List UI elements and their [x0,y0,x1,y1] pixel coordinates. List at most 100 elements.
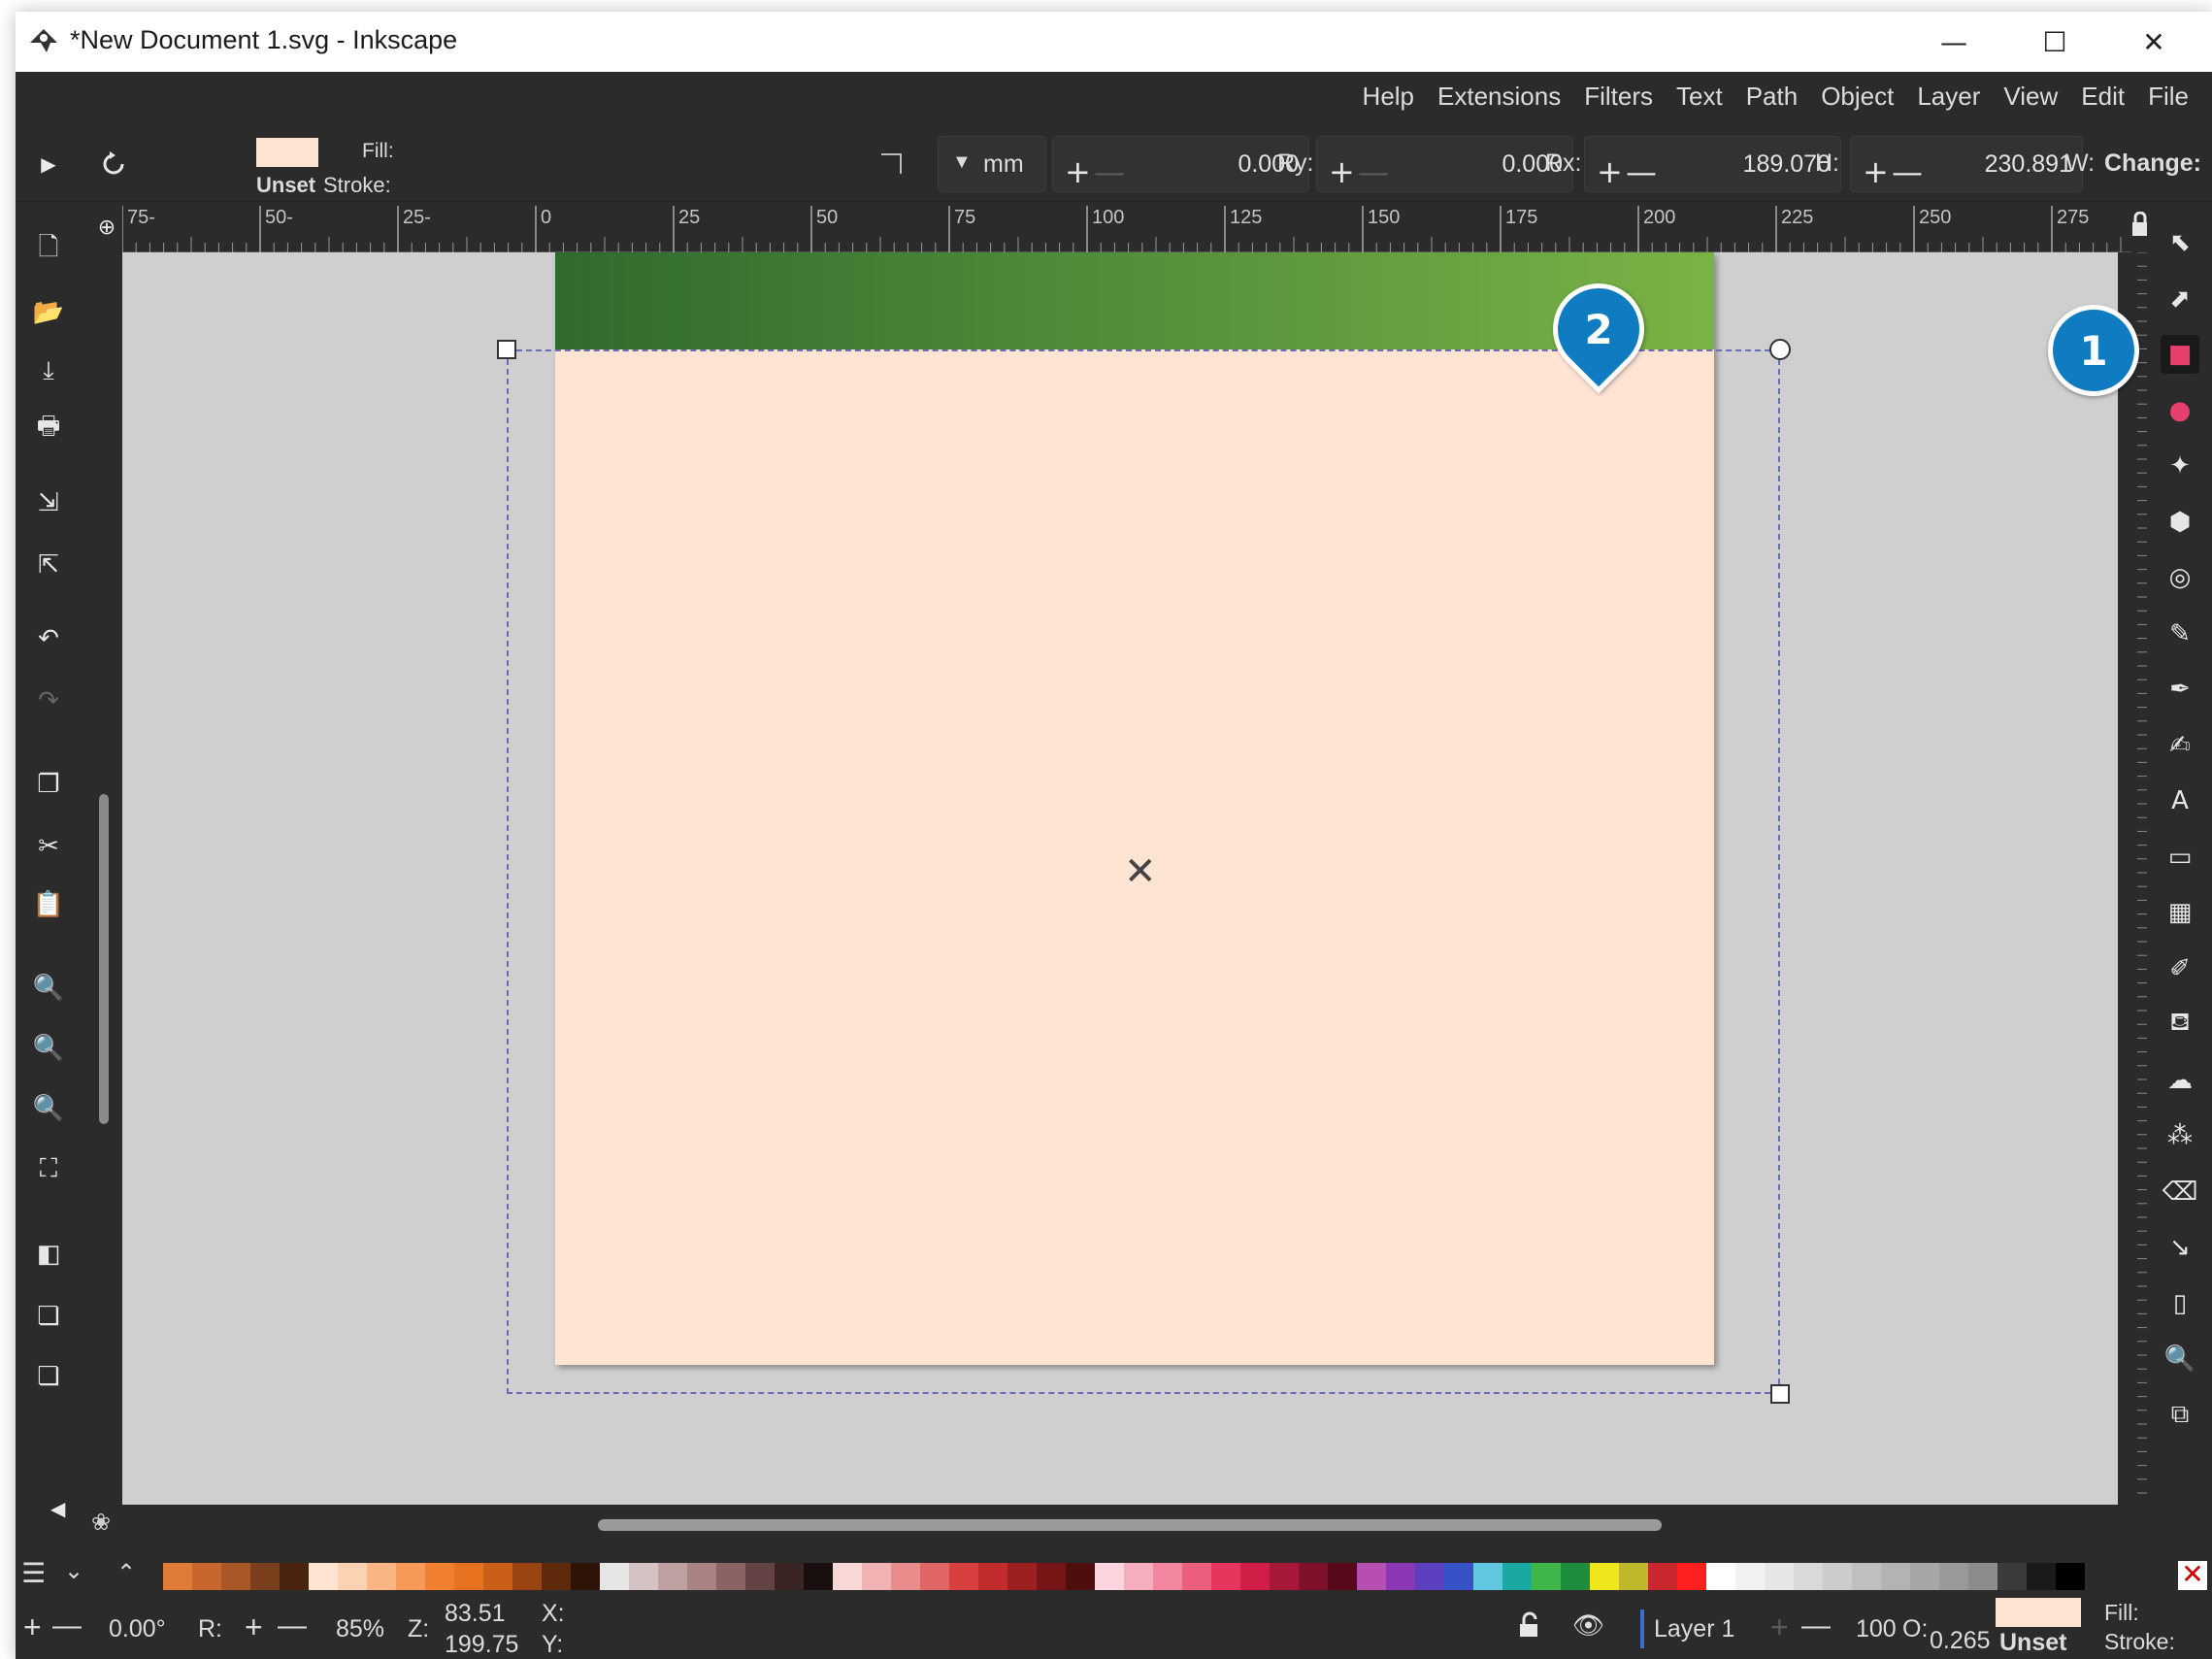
palette-swatch[interactable] [396,1563,425,1590]
no-paint-swatch[interactable]: ✕ [2178,1561,2207,1590]
palette-swatch[interactable] [250,1563,280,1590]
print-icon[interactable]: 🖶 [29,410,68,448]
palette-swatch[interactable] [1211,1563,1240,1590]
palette-swatch[interactable] [1881,1563,1910,1590]
palette-swatch[interactable] [1765,1563,1794,1590]
collapse-left-icon[interactable]: ◀ [50,1497,65,1520]
palette-swatch[interactable] [1532,1563,1561,1590]
pages-icon[interactable]: ▯ [2161,1284,2199,1323]
layer-lock-icon[interactable] [1516,1611,1545,1641]
drawing-canvas[interactable]: ✕ [122,252,2118,1505]
gradient-icon[interactable]: ▭ [2161,838,2199,877]
height-increment-button[interactable]: + [1597,156,1623,187]
palette-swatch[interactable] [804,1563,833,1590]
palette-swatch[interactable] [891,1563,920,1590]
palette-swatch[interactable] [1590,1563,1619,1590]
palette-swatch[interactable] [483,1563,512,1590]
status-fill-swatch[interactable] [1996,1598,2081,1627]
rectangle-icon[interactable]: ■ [2161,335,2199,374]
palette-swatch[interactable] [221,1563,250,1590]
save-icon[interactable]: ⤓ [29,351,68,390]
pen-icon[interactable]: ✒ [2161,670,2199,709]
palette-swatch[interactable] [1270,1563,1299,1590]
palette-swatch[interactable] [629,1563,658,1590]
palette-swatch[interactable] [1706,1563,1735,1590]
palette-swatch[interactable] [542,1563,571,1590]
copy-icon[interactable]: ❐ [29,765,68,804]
palette-swatch[interactable] [1182,1563,1211,1590]
rotation-increment-button[interactable]: + [23,1609,42,1645]
zoom-decrement-button[interactable]: — [278,1609,307,1642]
vertical-ruler[interactable] [2118,251,2147,1505]
palette-swatch[interactable] [367,1563,396,1590]
palette-swatch[interactable] [687,1563,716,1590]
palette-swatch[interactable] [978,1563,1007,1590]
zoom-page-icon[interactable]: 🔍 [29,1089,68,1128]
palette-swatch[interactable] [1153,1563,1182,1590]
palette-swatch[interactable] [192,1563,221,1590]
connector-icon[interactable]: ↘ [2161,1228,2199,1267]
measure-icon[interactable]: ⧉ [2161,1396,2199,1435]
palette-swatch[interactable] [658,1563,687,1590]
opacity-value[interactable]: 100 [1856,1615,1897,1643]
height-decrement-button[interactable]: — [1626,156,1657,187]
color-manage-icon[interactable]: ❀ [91,1509,122,1540]
duplicate-icon[interactable]: ◧ [29,1235,68,1274]
palette-swatch[interactable] [1561,1563,1590,1590]
palette-swatch[interactable] [1415,1563,1444,1590]
paint-bucket-icon[interactable]: ⛾ [2161,1005,2199,1044]
fill-indicator-swatch[interactable] [256,138,318,167]
palette-swatch[interactable] [1794,1563,1823,1590]
palette-swatch[interactable] [1299,1563,1328,1590]
menu-text[interactable]: Text [1665,82,1734,112]
palette-swatch[interactable] [600,1563,629,1590]
redo-icon[interactable]: ↷ [29,681,68,720]
green-gradient-header-rect[interactable] [555,252,1714,349]
palette-swatch[interactable] [1619,1563,1648,1590]
width-decrement-button[interactable]: — [1892,156,1923,187]
zoom-increment-button[interactable]: + [245,1609,263,1645]
menu-path[interactable]: Path [1734,82,1810,112]
spiral-icon[interactable]: ◎ [2161,558,2199,597]
undo-icon[interactable]: ↶ [29,619,68,658]
import-icon[interactable]: ⇲ [29,483,68,522]
rotation-decrement-button[interactable]: — [52,1609,82,1642]
ry-increment-button[interactable]: + [1065,156,1091,187]
tweak-icon[interactable]: ☁ [2161,1061,2199,1100]
palette-swatch[interactable] [338,1563,367,1590]
palette-swatch[interactable] [862,1563,891,1590]
palette-swatch[interactable] [1473,1563,1502,1590]
menu-layer[interactable]: Layer [1905,82,1992,112]
palette-swatch[interactable] [454,1563,483,1590]
palette-swatch[interactable] [920,1563,949,1590]
cut-icon[interactable]: ✂ [29,827,68,866]
units-dropdown[interactable]: ▼ mm [938,136,1046,192]
palette-swatch[interactable] [1939,1563,1968,1590]
palette-scroll-up-icon[interactable]: ⌃ [116,1559,136,1586]
palette-swatch[interactable] [1007,1563,1037,1590]
palette-swatch[interactable] [1357,1563,1386,1590]
rotate-icon[interactable] [97,148,130,181]
width-increment-button[interactable]: + [1863,156,1889,187]
palette-swatch[interactable] [1124,1563,1153,1590]
opacity-decrement-button[interactable]: — [1801,1609,1831,1642]
palette-swatch[interactable] [1852,1563,1881,1590]
horizontal-scrollbar[interactable] [598,1519,1662,1531]
layer-visibility-icon[interactable]: 👁 [1572,1611,1604,1641]
palette-swatch[interactable] [1444,1563,1473,1590]
rx-decrement-button[interactable]: — [1358,156,1389,187]
palette-swatch[interactable] [571,1563,600,1590]
palette-swatch[interactable] [1677,1563,1706,1590]
palette-swatch[interactable] [1735,1563,1765,1590]
menu-extensions[interactable]: Extensions [1426,82,1572,112]
dropper-icon[interactable]: ✐ [2161,949,2199,988]
selector-icon[interactable]: ⬉ [2161,223,2199,262]
palette-swatch[interactable] [2056,1563,2085,1590]
paste-icon[interactable]: 📋 [29,885,68,924]
palette-menu-icon[interactable]: ☰ [21,1557,46,1589]
open-icon[interactable]: 📂 [29,293,68,332]
menu-filters[interactable]: Filters [1572,82,1665,112]
star-icon[interactable]: ✦ [2161,447,2199,485]
menu-toggle-icon[interactable]: ▶ [29,140,68,188]
rx-increment-button[interactable]: + [1329,156,1355,187]
